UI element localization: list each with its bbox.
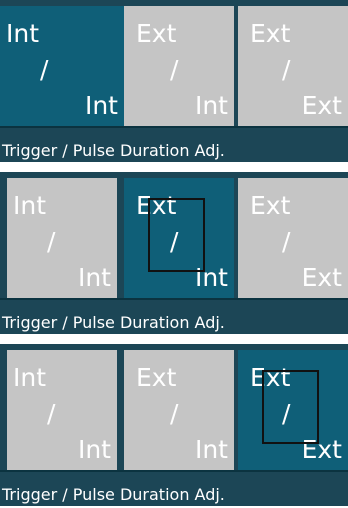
trigger-mode-options: Int / Int Ext / Int Ext / Ext	[0, 6, 348, 126]
option-slash: /	[282, 55, 291, 84]
option-bottom-label: Int	[84, 91, 118, 120]
panel-divider	[0, 298, 348, 300]
panel-caption: Trigger / Pulse Duration Adj.	[2, 485, 225, 504]
option-top-label: Int	[13, 363, 47, 392]
panel-divider	[0, 470, 348, 472]
option-slash: /	[170, 399, 179, 428]
option-slash: /	[47, 399, 56, 428]
trigger-mode-options: Int / Int Ext / Int Ext / Ext	[0, 350, 348, 470]
option-ext-int[interactable]: Ext / Int	[124, 178, 234, 298]
focus-rectangle	[148, 198, 205, 272]
trigger-panel-1: Int / Int Ext / Int Ext / Ext Trigger / …	[0, 0, 348, 162]
focus-rectangle	[262, 370, 319, 444]
trigger-mode-options: Int / Int Ext / Int Ext / Ext	[0, 178, 348, 298]
option-bottom-label: Int	[77, 263, 111, 292]
option-slash: /	[40, 55, 49, 84]
option-top-label: Ext	[136, 363, 177, 392]
option-bottom-label: Int	[194, 435, 228, 464]
option-ext-int[interactable]: Ext / Int	[124, 350, 234, 470]
option-bottom-label: Ext	[301, 263, 342, 292]
option-ext-ext[interactable]: Ext / Ext	[238, 350, 348, 470]
option-ext-int[interactable]: Ext / Int	[124, 6, 234, 126]
option-ext-ext[interactable]: Ext / Ext	[238, 6, 348, 126]
option-top-label: Ext	[136, 19, 177, 48]
option-int-int[interactable]: Int / Int	[0, 6, 124, 126]
option-slash: /	[170, 55, 179, 84]
trigger-panel-3: Int / Int Ext / Int Ext / Ext Trigger / …	[0, 344, 348, 506]
panel-divider	[0, 126, 348, 128]
option-bottom-label: Int	[194, 91, 228, 120]
option-ext-ext[interactable]: Ext / Ext	[238, 178, 348, 298]
option-slash: /	[282, 227, 291, 256]
trigger-panel-2: Int / Int Ext / Int Ext / Ext Trigger / …	[0, 172, 348, 334]
option-top-label: Ext	[250, 191, 291, 220]
option-int-int[interactable]: Int / Int	[7, 178, 117, 298]
option-int-int[interactable]: Int / Int	[7, 350, 117, 470]
panel-caption: Trigger / Pulse Duration Adj.	[2, 313, 225, 332]
option-top-label: Int	[6, 19, 40, 48]
panel-caption: Trigger / Pulse Duration Adj.	[2, 141, 225, 160]
option-top-label: Ext	[250, 19, 291, 48]
option-bottom-label: Ext	[301, 91, 342, 120]
option-slash: /	[47, 227, 56, 256]
option-bottom-label: Int	[77, 435, 111, 464]
option-top-label: Int	[13, 191, 47, 220]
